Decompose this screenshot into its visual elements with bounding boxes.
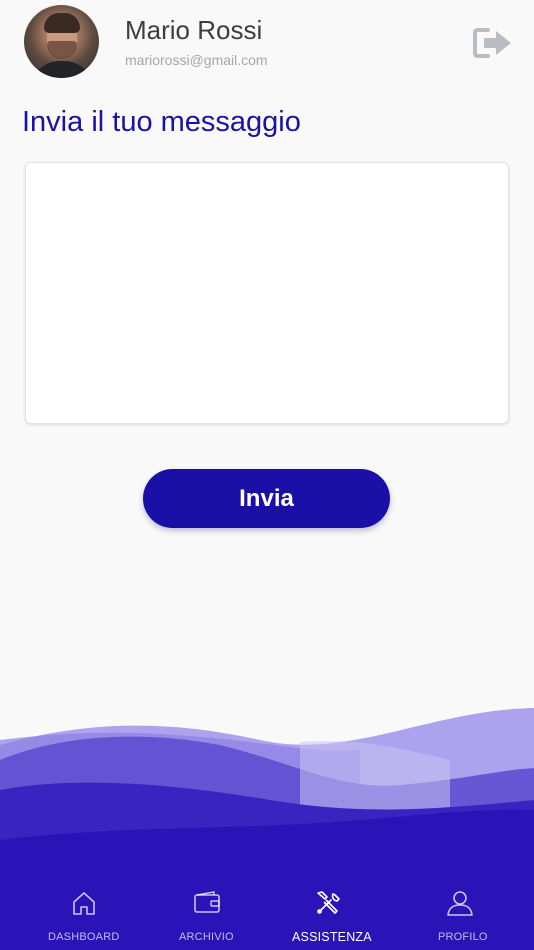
tab-profilo-label: PROFILO	[438, 931, 488, 943]
page-title: Invia il tuo messaggio	[22, 106, 301, 138]
wallet-icon	[194, 891, 220, 913]
avatar-shirt	[30, 61, 94, 78]
tab-archivio[interactable]: ARCHIVIO	[166, 870, 246, 950]
user-name: Mario Rossi	[125, 15, 263, 45]
bottom-navigation: DASHBOARD ARCHIVIO ASSISTENZA PROFILO	[0, 870, 534, 950]
message-input[interactable]	[25, 162, 509, 424]
avatar-beard	[47, 41, 77, 59]
avatar[interactable]	[24, 5, 99, 78]
logout-button[interactable]	[472, 26, 514, 60]
tab-assistenza-label: ASSISTENZA	[292, 930, 372, 944]
tab-profilo[interactable]: PROFILO	[410, 870, 534, 950]
tools-icon	[317, 891, 340, 914]
logout-icon	[473, 28, 511, 58]
tab-dashboard[interactable]: DASHBOARD	[0, 870, 166, 950]
send-button[interactable]: Invia	[143, 469, 390, 528]
user-icon	[447, 891, 473, 916]
user-email: mariorossi@gmail.com	[125, 52, 268, 68]
tab-assistenza[interactable]: ASSISTENZA	[246, 870, 410, 950]
home-icon	[73, 892, 95, 915]
tab-dashboard-label: DASHBOARD	[48, 931, 120, 943]
tab-archivio-label: ARCHIVIO	[179, 931, 234, 943]
profile-header: Mario Rossi mariorossi@gmail.com	[0, 0, 534, 90]
avatar-hair	[44, 13, 80, 33]
